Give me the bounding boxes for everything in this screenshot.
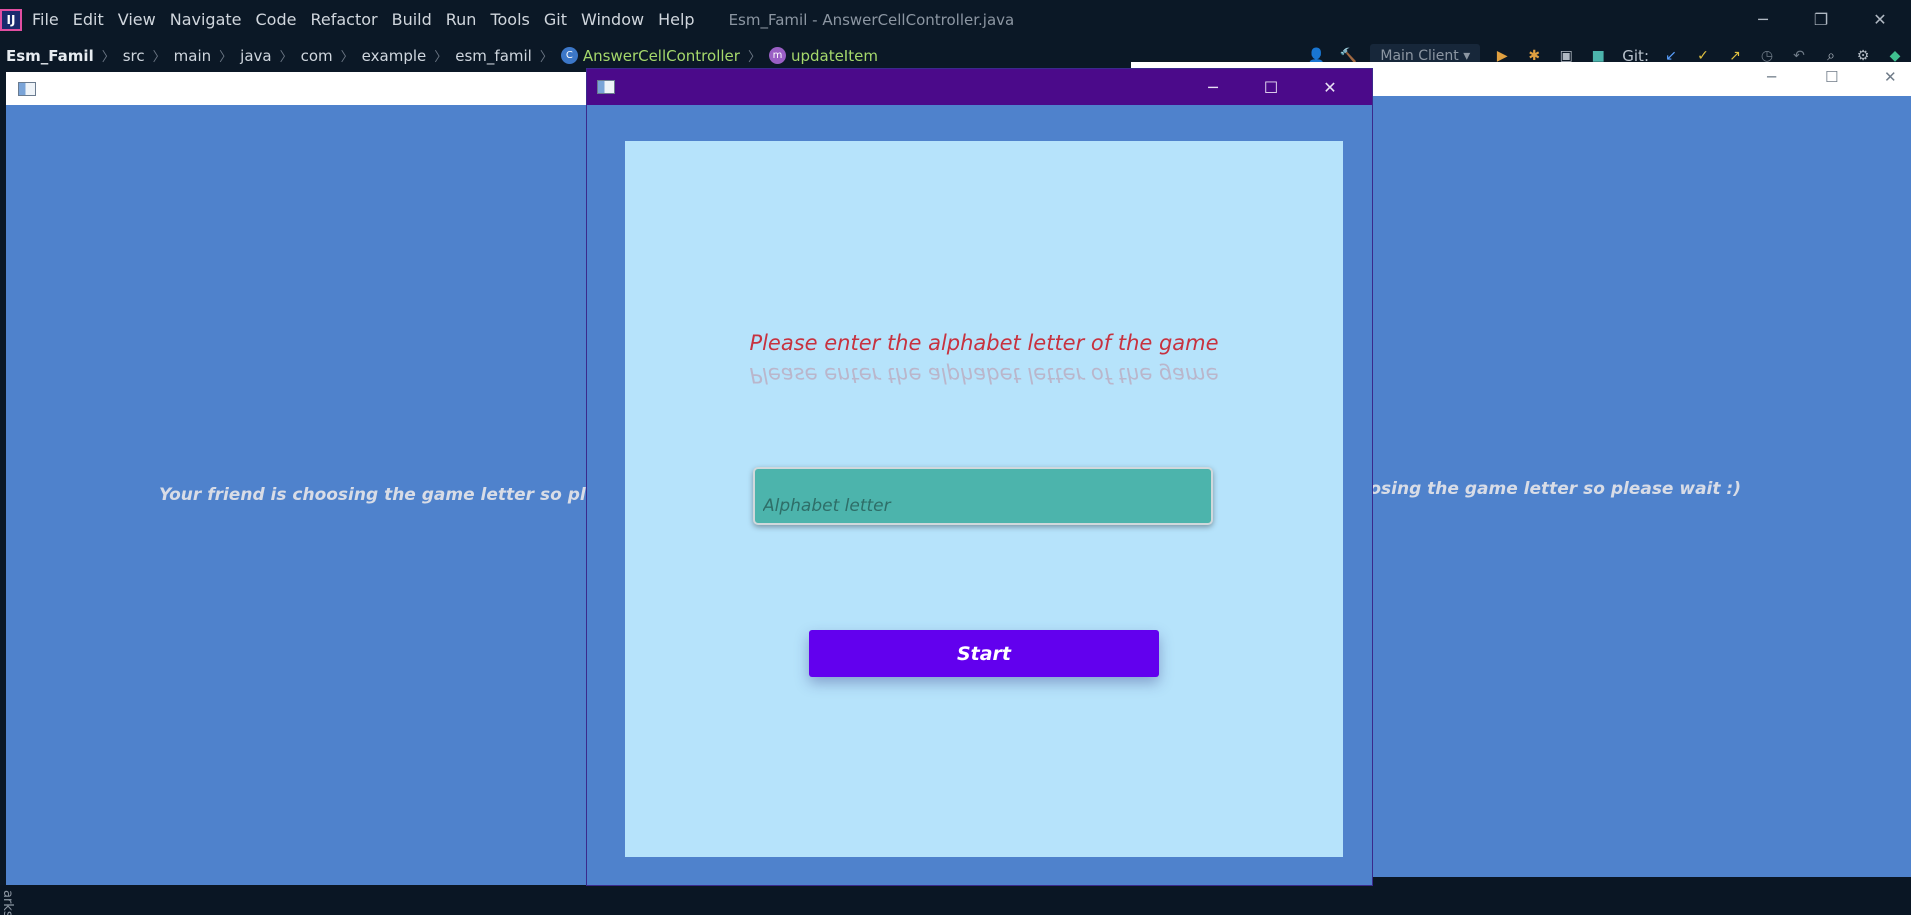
ide-menu: File Edit View Navigate Code Refactor Build Run… xyxy=(32,10,709,29)
breadcrumb-separator: 〉 xyxy=(152,50,166,65)
menu-window[interactable]: Window xyxy=(581,10,644,29)
breadcrumb-project[interactable]: Esm_Famil xyxy=(6,47,94,65)
menu-build[interactable]: Build xyxy=(392,10,432,29)
dialog-maximize-icon[interactable]: ☐ xyxy=(1242,69,1300,105)
method-icon: m xyxy=(768,47,786,64)
ide-status-strip xyxy=(0,885,1911,915)
breadcrumb-separator: 〉 xyxy=(434,50,448,65)
right-maximize-icon[interactable]: ☐ xyxy=(1825,68,1838,86)
breadcrumb-separator: 〉 xyxy=(279,50,293,65)
menu-refactor[interactable]: Refactor xyxy=(310,10,377,29)
breadcrumb-main[interactable]: main xyxy=(174,47,211,65)
menu-help[interactable]: Help xyxy=(658,10,694,29)
right-close-icon[interactable]: ✕ xyxy=(1884,68,1897,86)
letter-prompt-reflection: Please enter the alphabet letter of the … xyxy=(749,363,1219,387)
ide-restore-icon[interactable]: ❐ xyxy=(1792,0,1850,39)
menu-git[interactable]: Git xyxy=(544,10,567,29)
breadcrumb-java[interactable]: java xyxy=(240,47,271,65)
left-window-titlebar xyxy=(6,72,588,105)
breadcrumb-separator: 〉 xyxy=(101,50,115,65)
ide-minimize-icon[interactable]: ─ xyxy=(1734,0,1792,39)
menu-run[interactable]: Run xyxy=(446,10,477,29)
menu-view[interactable]: View xyxy=(118,10,156,29)
breadcrumb-com[interactable]: com xyxy=(301,47,333,65)
letter-prompt: Please enter the alphabet letter of the … xyxy=(749,331,1219,355)
left-waiting-window: Your friend is choosing the game letter … xyxy=(6,72,588,885)
breadcrumb-separator: 〉 xyxy=(747,50,761,65)
ide-window-title: Esm_Famil - AnswerCellController.java xyxy=(728,10,1015,29)
app-window-icon xyxy=(18,81,36,96)
breadcrumb-esm-famil[interactable]: esm_famil xyxy=(455,47,532,65)
breadcrumb-class-label: AnswerCellController xyxy=(582,46,740,65)
start-button[interactable]: Start xyxy=(809,630,1159,677)
alphabet-letter-input[interactable] xyxy=(753,467,1213,525)
dialog-close-icon[interactable]: ✕ xyxy=(1301,69,1359,105)
letter-dialog-window: ─ ☐ ✕ Please enter the alphabet letter o… xyxy=(586,68,1373,886)
menu-tools[interactable]: Tools xyxy=(490,10,529,29)
menu-code[interactable]: Code xyxy=(256,10,297,29)
left-waiting-message: Your friend is choosing the game letter … xyxy=(159,485,588,505)
breadcrumb-example[interactable]: example xyxy=(362,47,427,65)
breadcrumb-separator: 〉 xyxy=(340,50,354,65)
breadcrumb-src[interactable]: src xyxy=(123,47,145,65)
dialog-minimize-icon[interactable]: ─ xyxy=(1184,69,1242,105)
menu-navigate[interactable]: Navigate xyxy=(170,10,242,29)
right-minimize-icon[interactable]: ─ xyxy=(1767,68,1776,86)
letter-panel: Please enter the alphabet letter of the … xyxy=(625,141,1343,857)
ide-close-icon[interactable]: ✕ xyxy=(1851,0,1909,39)
dialog-titlebar[interactable]: ─ ☐ ✕ xyxy=(587,69,1372,105)
ide-menu-bar: IJ File Edit View Navigate Code Refactor Build… xyxy=(0,0,1911,39)
breadcrumb-method-label: updateItem xyxy=(790,46,878,65)
menu-file[interactable]: File xyxy=(32,10,59,29)
menu-edit[interactable]: Edit xyxy=(73,10,104,29)
class-icon: C xyxy=(560,47,578,64)
app-window-icon xyxy=(597,80,615,94)
breadcrumb-class[interactable]: C AnswerCellController xyxy=(560,46,740,65)
breadcrumb-method[interactable]: m updateItem xyxy=(768,46,878,65)
breadcrumb-separator: 〉 xyxy=(219,50,233,65)
bookmarks-tab[interactable]: arks xyxy=(0,890,15,915)
breadcrumb-separator: 〉 xyxy=(539,50,553,65)
intellij-logo-icon: IJ xyxy=(0,8,22,31)
